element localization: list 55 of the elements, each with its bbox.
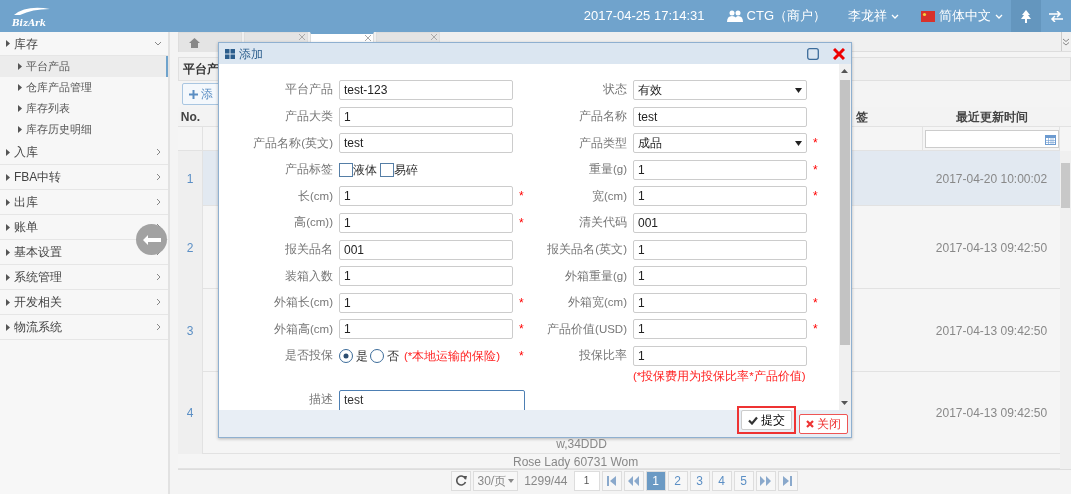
row-number: 2 [178, 206, 203, 289]
logo-text: BizArk [12, 16, 47, 30]
field-label: 状态 [603, 82, 627, 98]
required-mark: * [519, 347, 525, 365]
hint-text: (*投保费用为投保比率*产品价值) [633, 368, 807, 383]
table-cell-text: w,34DDD [556, 436, 607, 453]
field-label: 清关代码 [579, 215, 627, 231]
required-mark: * [519, 214, 525, 232]
required-mark: * [813, 161, 819, 179]
required-mark: * [813, 188, 819, 206]
field-label: 平台产品 [285, 82, 333, 98]
table-cell-text: 2017-04-13 09:42:50 [935, 239, 1048, 257]
field-label: 产品标签 [285, 162, 333, 178]
column-header: No. [180, 109, 201, 126]
required-mark: * [519, 188, 525, 206]
radio-label: 否 [387, 347, 399, 365]
field-label: 外箱长(cm) [274, 295, 333, 311]
checkbox-label: 易碎 [394, 161, 418, 179]
field-label: 产品名称 [579, 108, 627, 124]
column-header: 最近更新时间 [955, 109, 1028, 126]
field-label: 报关品名 [285, 241, 333, 257]
hint-text: (*本地运输的保险) [404, 348, 501, 363]
field-label: 投保比率 [579, 348, 627, 364]
table-cell-text: 2017-04-20 10:00:02 [935, 170, 1048, 188]
row-number: 3 [178, 289, 203, 372]
field-label: 产品名称(英文) [253, 135, 333, 151]
field-label: 高(cm)) [294, 215, 333, 231]
radio-label: 是 [356, 347, 368, 365]
required-mark: * [813, 294, 819, 312]
checkbox-label: 液体 [353, 161, 377, 179]
field-label: 重量(g) [588, 162, 627, 178]
field-label: 宽(cm) [592, 188, 627, 204]
table-cell: Rose Lady 60731 Wom [513, 454, 639, 469]
field-label: 产品价值(USD) [547, 321, 627, 337]
field-label: 外箱高(cm) [274, 321, 333, 337]
field-label: 产品大类 [285, 108, 333, 124]
field-label: 长(cm) [298, 188, 333, 204]
row-number: 1 [178, 151, 203, 206]
field-label: 外箱重量(g) [564, 268, 627, 284]
table-cell-text: 2017-04-13 09:42:50 [935, 405, 1048, 422]
field-label: 外箱宽(cm) [568, 295, 627, 311]
datetime-text: 2017-04-25 17:14:31 [583, 7, 705, 26]
record-count: 1299/44 [523, 472, 569, 490]
field-label: 描述 [309, 391, 333, 407]
field-label: 装箱入数 [285, 268, 333, 284]
row-number: 4 [178, 372, 203, 454]
table-cell-text: 2017-04-13 09:42:50 [935, 322, 1048, 340]
field-label: 是否投保 [285, 348, 333, 364]
field-label: 报关品名(英文) [547, 241, 627, 257]
required-mark: * [813, 135, 819, 153]
required-mark: * [519, 294, 525, 312]
field-label: 产品类型 [579, 135, 627, 151]
required-mark: * [519, 321, 525, 339]
required-mark: * [813, 321, 819, 339]
column-header: 签 [856, 109, 868, 126]
